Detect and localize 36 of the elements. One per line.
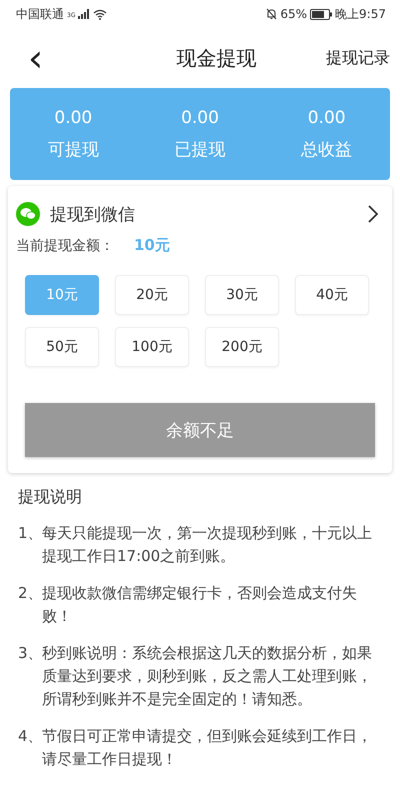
note-number: 2、: [18, 583, 42, 604]
amount-option[interactable]: 50元: [25, 327, 99, 367]
wifi-icon: [93, 8, 108, 20]
signal-icon: [78, 9, 90, 19]
page-title: 现金提现: [176, 44, 257, 72]
note-text: 秒到账说明：系统会根据这几天的数据分析，如果质量达到要求，则秒到账，反之需人工处理到账，所谓秒到账并不是完全固定的！请知悉。: [42, 643, 372, 710]
stat-label: 已提现: [174, 138, 226, 160]
battery-percent: 65%: [280, 7, 308, 21]
amount-option[interactable]: 200元: [205, 327, 279, 367]
note-number: 1、: [18, 523, 42, 544]
amount-option[interactable]: 40元: [295, 275, 369, 315]
note-text: 提现收款微信需绑定银行卡，否则会造成支付失败！: [42, 583, 358, 627]
amount-value: 10元: [134, 236, 170, 255]
bell-muted-icon: [266, 8, 278, 20]
withdraw-method: 提现到微信: [50, 204, 136, 226]
note-text: 每天只能提现一次，第一次提现秒到账，十元以上提现工作日17:00之前到账。: [42, 523, 372, 567]
carrier-name: 中国联通: [16, 6, 64, 22]
amount-label: 当前提现金额：: [16, 236, 114, 254]
stat-label: 总收益: [301, 138, 352, 160]
amount-option[interactable]: 30元: [205, 275, 279, 315]
stat-value: 0.00: [54, 108, 92, 128]
battery-icon: [310, 8, 332, 20]
note-text: 节假日可正常申请提交，但到账会延续到工作日，请尽量工作日提现！: [42, 726, 372, 770]
stat-value: 0.00: [181, 108, 219, 128]
withdraw-history-link[interactable]: 提现记录: [326, 48, 390, 68]
stat-value: 0.00: [308, 108, 346, 128]
note-number: 4、: [18, 726, 42, 747]
chevron-right-icon[interactable]: [368, 205, 378, 223]
stat-label: 可提现: [48, 138, 99, 160]
amount-option[interactable]: 100元: [115, 327, 189, 367]
note-number: 3、: [18, 643, 42, 664]
back-button[interactable]: ‹: [18, 39, 54, 77]
amount-option[interactable]: 20元: [115, 275, 189, 315]
chat-bubbles-icon: [16, 202, 40, 226]
clock-time: 晚上9:57: [335, 6, 386, 22]
notes-heading: 提现说明: [17, 486, 83, 508]
